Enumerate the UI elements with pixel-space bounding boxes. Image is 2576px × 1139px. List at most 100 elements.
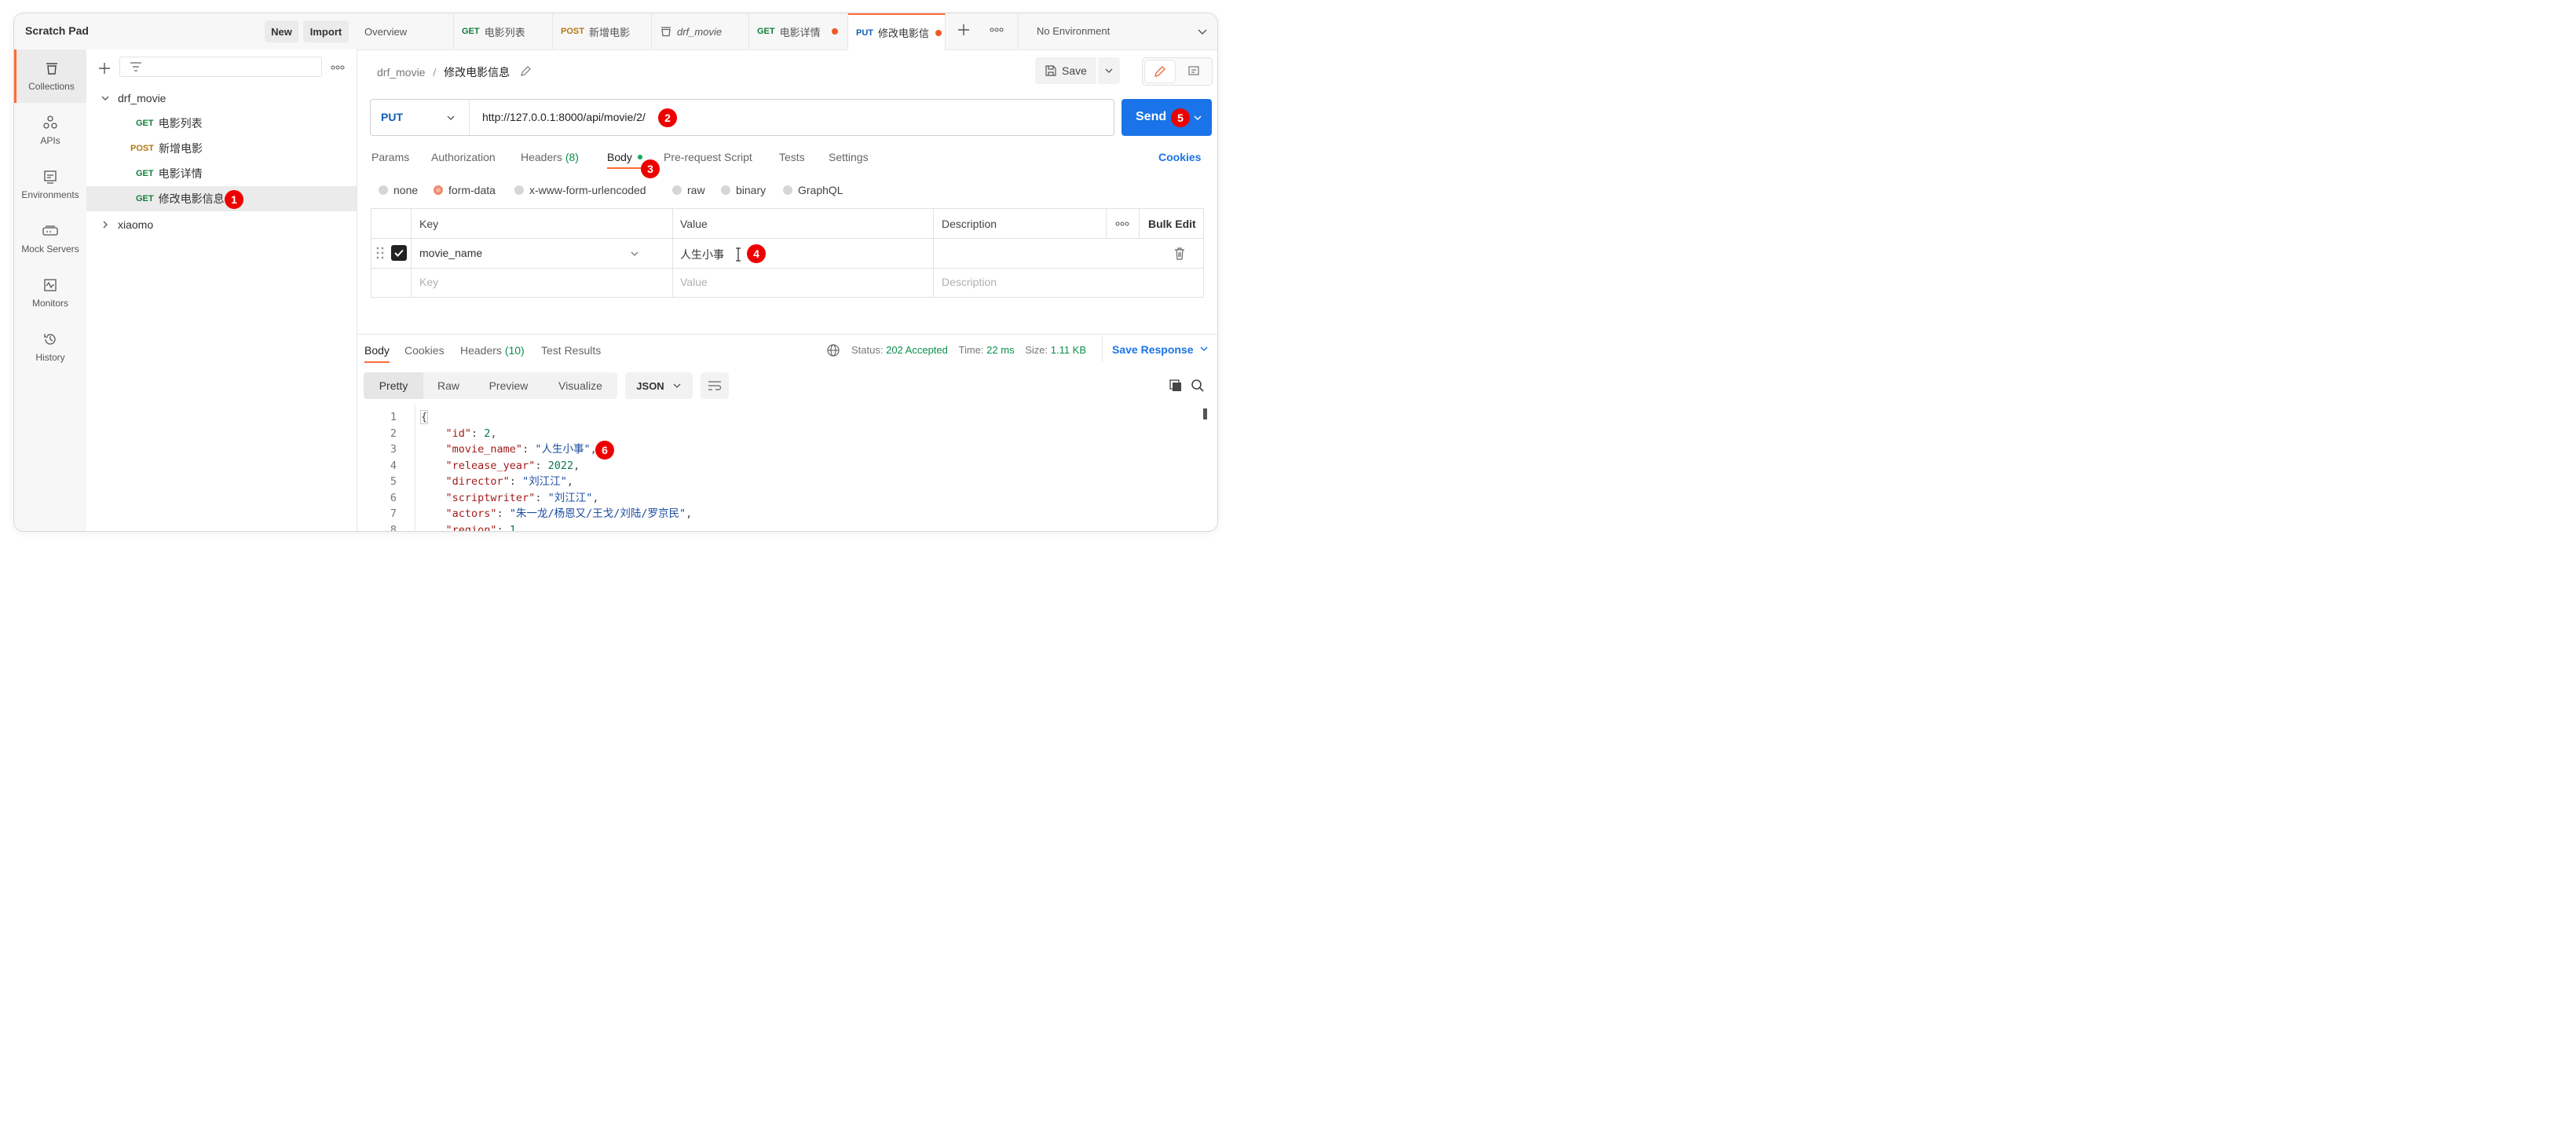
rail-collections[interactable]: Collections — [14, 49, 86, 103]
format-select[interactable]: JSON — [625, 372, 693, 399]
key-type-chevron-down-icon[interactable] — [630, 249, 639, 258]
tab-settings[interactable]: Settings — [829, 151, 869, 163]
method-badge: GET — [136, 119, 154, 128]
method-select[interactable]: PUT — [381, 111, 403, 123]
rail-environments[interactable]: Environments — [14, 158, 86, 211]
response-body-underline — [364, 361, 390, 363]
annotation-marker: 1 — [225, 190, 243, 209]
tab-headers[interactable]: Headers (8) — [521, 151, 579, 163]
add-collection-plus-icon[interactable] — [97, 61, 112, 75]
radio-urlencoded[interactable]: x-www-form-urlencoded — [514, 184, 646, 196]
response-tab-headers[interactable]: Headers (10) — [460, 344, 525, 357]
rail-history[interactable]: History — [14, 320, 86, 374]
value-placeholder[interactable]: Value — [680, 276, 708, 288]
drag-handle-icon[interactable] — [376, 246, 384, 260]
radio-binary[interactable]: binary — [721, 184, 766, 196]
request-item-edit-movie[interactable]: GET 修改电影信息 — [86, 186, 357, 211]
comments-mode-button[interactable] — [1179, 60, 1209, 82]
tab-overview[interactable]: Overview — [357, 13, 454, 49]
more-tabs-icon[interactable] — [990, 25, 1004, 35]
radio-raw[interactable]: raw — [672, 184, 705, 196]
breadcrumb-collection[interactable]: drf_movie — [377, 66, 425, 79]
chevron-down-icon[interactable] — [1197, 26, 1208, 37]
environment-selector-label[interactable]: No Environment — [1037, 25, 1110, 37]
key-placeholder[interactable]: Key — [419, 276, 438, 288]
collection-name: xiaomo — [118, 218, 154, 231]
edit-mode-button[interactable] — [1145, 60, 1175, 82]
tab-collection-drf-movie[interactable]: drf_movie — [652, 13, 749, 49]
new-button[interactable]: New — [265, 20, 298, 42]
key-input[interactable]: movie_name — [419, 247, 482, 259]
table-more-icon[interactable] — [1115, 221, 1129, 227]
view-pretty-button[interactable]: Pretty — [364, 372, 423, 399]
radio-icon — [783, 185, 792, 195]
collection-xiaomo[interactable]: xiaomo — [86, 212, 357, 237]
request-item-get-list[interactable]: GET 电影列表 — [86, 111, 357, 136]
format-label: JSON — [636, 379, 664, 392]
rail-label: Collections — [28, 81, 75, 92]
response-tab-cookies[interactable]: Cookies — [404, 344, 445, 357]
tab-get-movie-detail[interactable]: GET 电影详情 — [749, 13, 848, 49]
view-mode-toggle — [1142, 57, 1213, 86]
view-preview-button[interactable]: Preview — [474, 372, 543, 399]
save-dropdown-button[interactable] — [1098, 57, 1120, 84]
line-number: 3 — [390, 443, 397, 456]
import-button[interactable]: Import — [303, 20, 349, 42]
globe-icon[interactable] — [826, 343, 840, 357]
cookies-link[interactable]: Cookies — [1158, 151, 1201, 163]
form-data-table: Key Value Description Bulk Edit movie_na… — [371, 208, 1204, 298]
response-tab-body[interactable]: Body — [364, 344, 390, 357]
tab-tests[interactable]: Tests — [779, 151, 805, 163]
rail-apis[interactable]: APIs — [14, 104, 86, 157]
description-placeholder[interactable]: Description — [942, 276, 997, 288]
view-raw-button[interactable]: Raw — [423, 372, 474, 399]
annotation-marker: 3 — [641, 159, 660, 178]
bulk-edit-button[interactable]: Bulk Edit — [1148, 218, 1196, 230]
collection-drf-movie[interactable]: drf_movie — [86, 86, 357, 111]
tab-label: 修改电影信 — [878, 27, 930, 39]
sidebar-filter-input[interactable] — [119, 57, 322, 77]
new-tab-plus-icon[interactable] — [957, 23, 971, 37]
radio-form-data[interactable]: form-data — [434, 184, 496, 196]
tab-pre-request-script[interactable]: Pre-request Script — [664, 151, 752, 163]
tab-get-movie-list[interactable]: GET 电影列表 — [454, 13, 553, 49]
request-title: 修改电影信息 — [444, 66, 510, 79]
save-button[interactable]: Save — [1035, 57, 1096, 84]
value-input[interactable]: 人生小事 — [680, 247, 724, 262]
rail-monitors[interactable]: Monitors — [14, 266, 86, 320]
time-value[interactable]: 22 ms — [986, 344, 1014, 356]
view-visualize-button[interactable]: Visualize — [543, 372, 617, 399]
scrollbar-thumb[interactable] — [1203, 408, 1207, 419]
tab-params[interactable]: Params — [371, 151, 409, 163]
radio-none[interactable]: none — [379, 184, 418, 196]
wrap-lines-button[interactable] — [701, 372, 729, 399]
send-button[interactable]: Send 5 — [1122, 99, 1212, 136]
tab-post-add-movie[interactable]: POST 新增电影 — [553, 13, 652, 49]
edit-pencil-icon[interactable] — [520, 65, 532, 77]
copy-icon[interactable] — [1169, 379, 1183, 393]
status-value[interactable]: 202 Accepted — [886, 344, 948, 356]
sidebar-more-icon[interactable] — [331, 64, 345, 71]
save-response-button[interactable]: Save Response — [1112, 343, 1209, 356]
response-tab-test-results[interactable]: Test Results — [541, 344, 601, 357]
tab-put-edit-movie[interactable]: PUT 修改电影信 — [848, 13, 946, 50]
wrap-lines-icon — [708, 381, 722, 390]
radio-graphql[interactable]: GraphQL — [783, 184, 843, 196]
request-item-get-detail[interactable]: GET 电影详情 — [86, 161, 357, 186]
tab-label: 电影详情 — [779, 26, 821, 38]
tab-body[interactable]: Body — [607, 151, 642, 163]
request-item-post-add[interactable]: POST 新增电影 — [86, 136, 357, 161]
collections-sidebar: drf_movie GET 电影列表 POST 新增电影 GET 电影详情 GE… — [86, 49, 357, 531]
chevron-down-icon[interactable] — [1193, 113, 1202, 123]
tab-authorization[interactable]: Authorization — [431, 151, 496, 163]
tab-label: drf_movie — [677, 25, 723, 38]
rail-mock-servers[interactable]: Mock Servers — [14, 212, 86, 266]
size-value[interactable]: 1.11 KB — [1051, 344, 1086, 356]
url-input[interactable]: http://127.0.0.1:8000/api/movie/2/ — [482, 111, 646, 123]
json-value: 2022 — [547, 459, 574, 472]
row-enabled-checkbox[interactable] — [391, 245, 407, 261]
chevron-down-icon[interactable] — [446, 113, 456, 123]
tab-label: Headers — [521, 151, 562, 163]
search-icon[interactable] — [1191, 379, 1205, 393]
delete-row-trash-icon[interactable] — [1173, 247, 1186, 261]
